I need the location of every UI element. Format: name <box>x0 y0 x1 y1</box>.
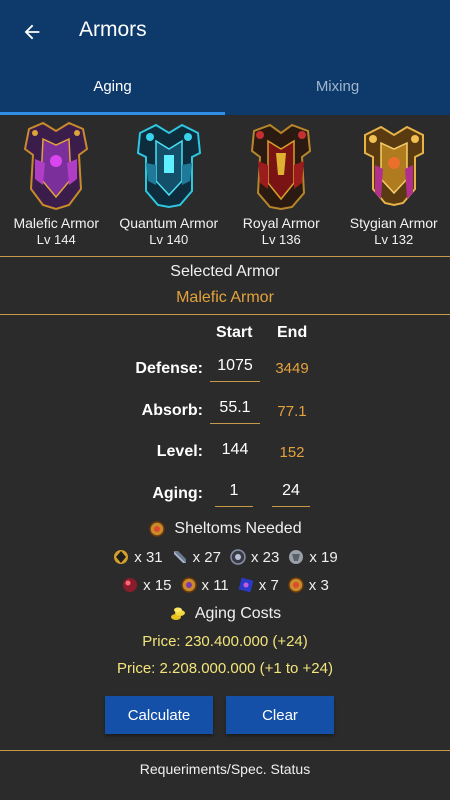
malefic-armor-icon <box>24 121 89 211</box>
sheltom-8-icon <box>288 577 304 593</box>
level-end-value: 152 <box>279 444 305 461</box>
sheltoms-row: x 31 x 27 x 23 x 19 <box>0 548 450 566</box>
gold-coins-icon <box>170 607 185 620</box>
arrow-left-icon <box>24 24 40 40</box>
sheltom-5-icon <box>123 578 138 592</box>
level-label: Level: <box>156 443 203 460</box>
aging-label: Aging: <box>152 485 203 502</box>
armor-name: Stygian Armor <box>349 215 438 231</box>
aging-costs-title: Aging Costs <box>194 605 282 622</box>
sheltom-item: x 27 <box>171 548 221 566</box>
back-button[interactable] <box>14 14 50 50</box>
absorb-end-value: 77.1 <box>277 403 307 420</box>
price-line-2: Price: 2.208.000.000 (+1 to +24) <box>117 660 333 677</box>
stygian-armor-icon <box>363 125 424 207</box>
sheltom-6-icon <box>180 577 197 593</box>
sheltom-7-icon <box>238 577 254 593</box>
sheltom-item: x 15 <box>121 576 172 594</box>
armor-name: Royal Armor <box>242 215 320 231</box>
sheltom-item: x 11 <box>180 576 229 594</box>
requirements-title: Requeriments/Spec. Status <box>139 761 311 777</box>
aging-end-input[interactable]: 24 <box>272 482 310 507</box>
sheltom-item: x 3 <box>287 576 329 594</box>
selected-armor-title: Selected Armor <box>170 263 280 280</box>
sheltom-item: x 19 <box>287 548 338 566</box>
sheltom-item: x 7 <box>237 576 279 594</box>
armor-item-stygian[interactable]: Stygian Armor Lv 132 <box>338 115 450 255</box>
armor-item-quantum[interactable]: Quantum Armor Lv 140 <box>113 115 226 255</box>
defense-start-input[interactable]: 1075 <box>210 357 260 382</box>
tab-aging[interactable]: Aging <box>0 62 225 115</box>
divider <box>0 750 450 751</box>
aging-start-input[interactable]: 1 <box>215 482 253 507</box>
armor-level: Lv 136 <box>261 232 301 247</box>
sheltom-4-icon <box>289 550 304 564</box>
armor-level: Lv 132 <box>374 232 414 247</box>
sheltom-count: x 3 <box>308 576 329 594</box>
sheltom-count: x 15 <box>143 576 172 594</box>
calculate-button[interactable]: Calculate <box>105 696 213 734</box>
sheltom-3-icon <box>230 549 246 565</box>
absorb-label: Absorb: <box>141 402 203 419</box>
armor-level: Lv 144 <box>36 232 76 247</box>
absorb-start-input[interactable]: 55.1 <box>210 399 260 424</box>
divider <box>0 314 450 315</box>
column-start: Start <box>216 324 253 341</box>
sheltoms-header: Sheltoms Needed <box>0 520 450 538</box>
sheltom-1-icon <box>114 550 129 564</box>
armor-list: Malefic Armor Lv 144 Quantum Armor Lv 14… <box>0 115 450 255</box>
column-end: End <box>277 324 308 341</box>
sheltom-2-icon <box>173 551 186 563</box>
divider <box>0 256 450 257</box>
quantum-armor-icon <box>136 123 201 209</box>
sheltom-icon <box>149 521 166 537</box>
selected-armor-name: Malefic Armor <box>176 289 274 306</box>
sheltom-item: x 31 <box>112 548 163 566</box>
armor-name: Quantum Armor <box>119 215 219 231</box>
page-title: Armors <box>79 18 147 41</box>
clear-button[interactable]: Clear <box>226 696 334 734</box>
armor-name: Malefic Armor <box>13 215 100 231</box>
sheltom-count: x 31 <box>134 548 163 566</box>
price-line-1: Price: 230.400.000 (+24) <box>142 633 308 650</box>
armor-level: Lv 140 <box>149 232 189 247</box>
armor-item-malefic[interactable]: Malefic Armor Lv 144 <box>0 115 113 255</box>
sheltom-count: x 23 <box>251 548 280 566</box>
sheltom-count: x 27 <box>192 548 221 566</box>
defense-label: Defense: <box>135 360 203 377</box>
tab-mixing[interactable]: Mixing <box>225 62 450 115</box>
sheltom-count: x 7 <box>258 576 279 594</box>
tab-bar: Aging Mixing <box>0 62 450 115</box>
royal-armor-icon <box>251 123 312 211</box>
sheltom-item: x 23 <box>229 548 279 566</box>
app-bar: Armors Aging Mixing <box>0 0 450 115</box>
sheltoms-title: Sheltoms Needed <box>174 520 302 537</box>
armor-item-royal[interactable]: Royal Armor Lv 136 <box>225 115 338 255</box>
defense-end-value: 3449 <box>275 360 309 377</box>
sheltom-count: x 11 <box>201 576 229 594</box>
level-start-input[interactable]: 144 <box>210 441 260 466</box>
sheltom-count: x 19 <box>309 548 338 566</box>
aging-costs-header: Aging Costs <box>0 605 450 623</box>
sheltoms-row: x 15 x 11 x 7 x 3 <box>0 576 450 594</box>
